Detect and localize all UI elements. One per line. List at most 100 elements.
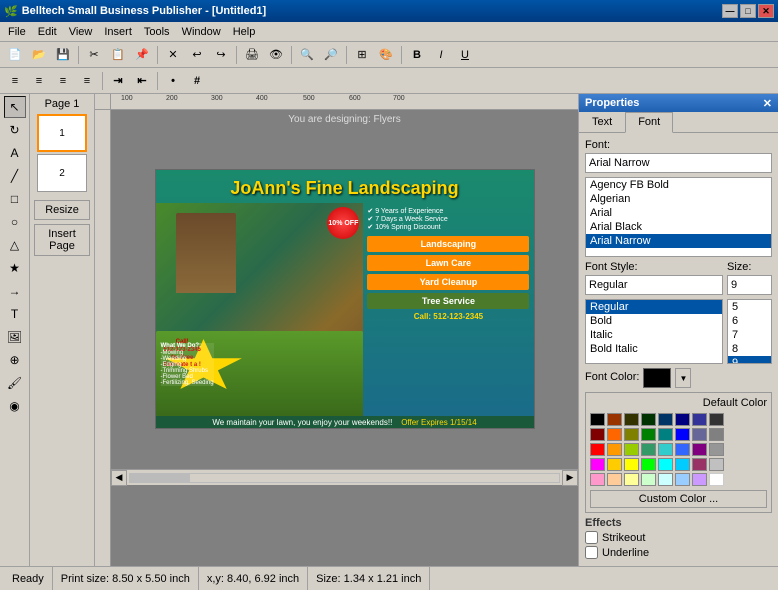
h-scrollbar[interactable]: ◀ ▶ <box>111 469 578 485</box>
color-cell[interactable] <box>692 428 707 441</box>
menu-tools[interactable]: Tools <box>138 24 176 40</box>
zoom-out-button[interactable]: 🔎 <box>320 45 342 65</box>
color-cell[interactable] <box>590 458 605 471</box>
undo-button[interactable]: ↩ <box>186 45 208 65</box>
tab-font[interactable]: Font <box>625 112 673 133</box>
image-tool[interactable]: 🖼 <box>4 326 26 348</box>
align-right-button[interactable]: ≡ <box>52 71 74 91</box>
font-item-algerian[interactable]: Algerian <box>586 192 771 206</box>
text-tool[interactable]: A <box>4 142 26 164</box>
font-item-agencyfb[interactable]: Agency FB Bold <box>586 178 771 192</box>
zoom-in-button[interactable]: 🔍 <box>296 45 318 65</box>
color-cell[interactable] <box>607 443 622 456</box>
color-cell[interactable] <box>607 473 622 486</box>
tab-text[interactable]: Text <box>579 112 625 132</box>
arrow-tool[interactable]: → <box>4 280 26 302</box>
cut-button[interactable]: ✂ <box>83 45 105 65</box>
copy-button[interactable]: 📋 <box>107 45 129 65</box>
color-cell[interactable] <box>658 428 673 441</box>
color-cell[interactable] <box>692 413 707 426</box>
delete-button[interactable]: ✕ <box>162 45 184 65</box>
size-7[interactable]: 7 <box>728 328 771 342</box>
menu-window[interactable]: Window <box>176 24 227 40</box>
redo-button[interactable]: ↪ <box>210 45 232 65</box>
color-cell[interactable] <box>658 443 673 456</box>
outdent-button[interactable]: ⇤ <box>131 71 153 91</box>
color-fill-tool[interactable]: ◉ <box>4 395 26 417</box>
color-cell[interactable] <box>675 473 690 486</box>
color-cell[interactable] <box>709 473 724 486</box>
ellipse-tool[interactable]: ○ <box>4 211 26 233</box>
color-cell[interactable] <box>624 473 639 486</box>
menu-help[interactable]: Help <box>227 24 262 40</box>
style-bold[interactable]: Bold <box>586 314 722 328</box>
color-cell[interactable] <box>675 428 690 441</box>
color-cell[interactable] <box>641 473 656 486</box>
indent-button[interactable]: ⇥ <box>107 71 129 91</box>
color-cell[interactable] <box>641 428 656 441</box>
color-cell[interactable] <box>641 413 656 426</box>
size-input[interactable] <box>727 275 772 295</box>
color-cell[interactable] <box>624 413 639 426</box>
color-cell[interactable] <box>641 458 656 471</box>
color-button[interactable]: 🎨 <box>375 45 397 65</box>
style-italic[interactable]: Italic <box>586 328 722 342</box>
font-input[interactable] <box>585 153 772 173</box>
font-item-arial[interactable]: Arial <box>586 206 771 220</box>
bullet-button[interactable]: • <box>162 71 184 91</box>
size-9[interactable]: 9 <box>728 356 771 364</box>
star-tool[interactable]: ★ <box>4 257 26 279</box>
style-bolditalic[interactable]: Bold Italic <box>586 342 722 356</box>
print-button[interactable]: 🖨 <box>241 45 263 65</box>
style-input[interactable] <box>585 275 723 295</box>
triangle-tool[interactable]: △ <box>4 234 26 256</box>
custom-color-button[interactable]: Custom Color ... <box>590 490 767 508</box>
menu-view[interactable]: View <box>63 24 99 40</box>
crop-tool[interactable]: T <box>4 303 26 325</box>
color-cell[interactable] <box>709 458 724 471</box>
menu-edit[interactable]: Edit <box>32 24 63 40</box>
insert-page-button[interactable]: Insert Page <box>34 224 90 256</box>
size-6[interactable]: 6 <box>728 314 771 328</box>
color-cell[interactable] <box>590 443 605 456</box>
paint-tool[interactable]: 🖌 <box>4 372 26 394</box>
color-cell[interactable] <box>607 428 622 441</box>
color-cell[interactable] <box>675 413 690 426</box>
underline-button[interactable]: U <box>454 45 476 65</box>
maximize-button[interactable]: □ <box>740 4 756 18</box>
font-list[interactable]: Agency FB Bold Algerian Arial Arial Blac… <box>585 177 772 257</box>
align-justify-button[interactable]: ≡ <box>76 71 98 91</box>
print-preview-button[interactable]: 👁 <box>265 45 287 65</box>
style-list[interactable]: Regular Bold Italic Bold Italic <box>585 299 723 364</box>
select-tool[interactable]: ↖ <box>4 96 26 118</box>
menu-file[interactable]: File <box>2 24 32 40</box>
size-5[interactable]: 5 <box>728 300 771 314</box>
resize-button[interactable]: Resize <box>34 200 90 220</box>
color-cell[interactable] <box>675 443 690 456</box>
bold-button[interactable]: B <box>406 45 428 65</box>
color-cell[interactable] <box>624 443 639 456</box>
underline-checkbox[interactable] <box>585 546 598 559</box>
properties-close-button[interactable]: ✕ <box>763 97 772 110</box>
color-cell[interactable] <box>709 413 724 426</box>
color-cell[interactable] <box>692 473 707 486</box>
color-cell[interactable] <box>590 413 605 426</box>
scroll-thumb[interactable] <box>130 474 190 482</box>
font-item-arialblack[interactable]: Arial Black <box>586 220 771 234</box>
canvas-scroll[interactable]: You are designing: Flyers JoAnn's Fine L… <box>111 110 578 566</box>
scroll-left-btn[interactable]: ◀ <box>111 470 127 486</box>
line-tool[interactable]: ╱ <box>4 165 26 187</box>
strikeout-checkbox[interactable] <box>585 531 598 544</box>
rotate-tool[interactable]: ↻ <box>4 119 26 141</box>
color-cell[interactable] <box>590 428 605 441</box>
grid-button[interactable]: ⊞ <box>351 45 373 65</box>
align-left-button[interactable]: ≡ <box>4 71 26 91</box>
zoom-tool[interactable]: ⊕ <box>4 349 26 371</box>
size-list[interactable]: 5 6 7 8 9 <box>727 299 772 364</box>
paste-button[interactable]: 📌 <box>131 45 153 65</box>
color-cell[interactable] <box>607 413 622 426</box>
scroll-right-btn[interactable]: ▶ <box>562 470 578 486</box>
color-cell[interactable] <box>709 443 724 456</box>
menu-insert[interactable]: Insert <box>98 24 138 40</box>
color-swatch[interactable] <box>643 368 671 388</box>
